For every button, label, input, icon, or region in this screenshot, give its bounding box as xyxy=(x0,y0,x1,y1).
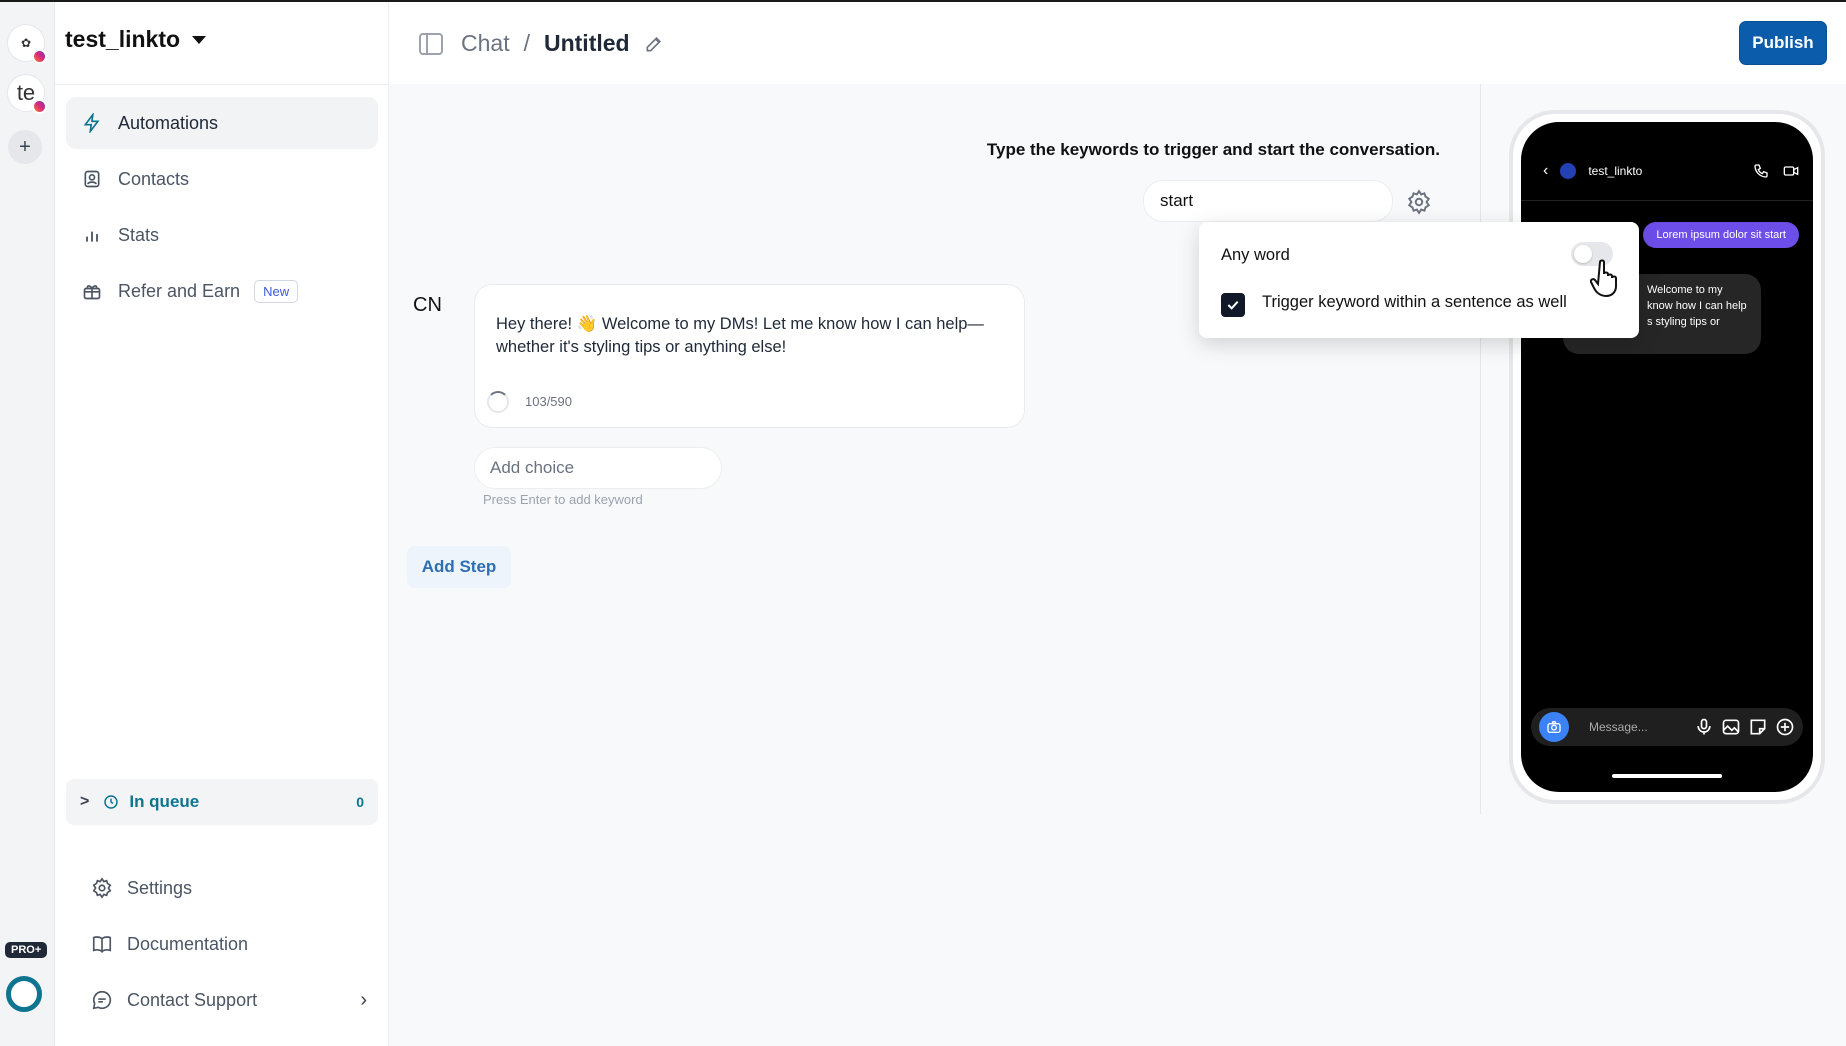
avatar xyxy=(1560,163,1577,179)
edit-pencil-icon[interactable] xyxy=(644,34,664,54)
sidebar-item-label: Automations xyxy=(118,112,219,133)
sidebar-item-label: Settings xyxy=(127,877,193,898)
sidebar-item-contacts[interactable]: Contacts xyxy=(66,153,378,205)
breadcrumb-separator: / xyxy=(523,30,530,56)
chevron-right-icon: › xyxy=(360,988,367,1011)
gallery-icon xyxy=(1722,719,1740,735)
add-step-button[interactable]: Add Step xyxy=(407,546,511,588)
phone-message-input: Message... xyxy=(1589,720,1648,734)
add-keyword-hint: Press Enter to add keyword xyxy=(483,492,643,507)
outgoing-bubble: Lorem ipsum dolor sit start xyxy=(1643,222,1799,248)
sidebar-item-label: Contact Support xyxy=(127,989,258,1010)
sender-initials: CN xyxy=(413,294,442,316)
phone-preview: ‹ test_linkto Lorem ipsum dolor sit star… xyxy=(1509,110,1825,804)
instagram-icon xyxy=(32,49,47,64)
support-chat-icon xyxy=(92,990,112,1010)
bolt-icon xyxy=(83,113,100,133)
sidebar-item-automations[interactable]: Automations xyxy=(66,97,378,149)
caret-down-icon xyxy=(192,35,207,44)
message-meta: 103/590 xyxy=(487,390,572,413)
sidebar-item-stats[interactable]: Stats xyxy=(66,209,378,261)
sidebar-divider xyxy=(55,84,388,85)
brand-logo-icon: ✿ xyxy=(20,36,32,50)
add-account-button[interactable]: + xyxy=(8,130,42,164)
page-title: Untitled xyxy=(543,30,630,56)
clock-icon xyxy=(104,795,119,809)
checkmark-icon xyxy=(1227,300,1239,310)
video-call-icon xyxy=(1783,166,1799,176)
new-badge: New xyxy=(254,279,299,303)
char-progress-icon xyxy=(487,390,509,413)
camera-icon xyxy=(1539,712,1569,742)
sidebar-item-settings[interactable]: Settings xyxy=(77,860,377,916)
plus-icon: + xyxy=(19,135,31,158)
phone-header-divider xyxy=(1521,200,1813,201)
instagram-icon xyxy=(32,99,47,114)
sidebar-item-label: Documentation xyxy=(127,933,249,954)
any-word-label: Any word xyxy=(1221,246,1290,264)
preview-divider xyxy=(1480,84,1481,814)
gear-icon xyxy=(92,877,112,899)
home-indicator xyxy=(1612,774,1722,778)
message-text[interactable]: Hey there! 👋 Welcome to my DMs! Let me k… xyxy=(496,313,1002,359)
sidebar-item-label: Contacts xyxy=(118,168,190,189)
phone-username: test_linkto xyxy=(1588,164,1643,178)
page-header: Chat / Untitled Publish xyxy=(389,2,1846,84)
sidebar-item-label: Refer and Earn xyxy=(118,280,241,301)
account-avatar-primary[interactable]: ✿ xyxy=(7,24,47,64)
sentence-trigger-checkbox[interactable] xyxy=(1221,293,1245,317)
account-rail: ✿ te + PRO+ xyxy=(0,2,55,1046)
breadcrumb-chat[interactable]: Chat xyxy=(461,30,510,57)
sidebar-item-contact-support[interactable]: Contact Support › xyxy=(77,972,377,1028)
account-avatar-secondary[interactable]: te xyxy=(7,74,47,114)
plus-circle-icon xyxy=(1776,718,1794,736)
bottom-nav: Settings Documentation Contact Support › xyxy=(77,860,377,1028)
phone-chat-header: ‹ test_linkto xyxy=(1543,162,1799,180)
trigger-instruction: Type the keywords to trigger and start t… xyxy=(986,140,1440,159)
in-queue-toggle[interactable]: > In queue 0 xyxy=(66,779,378,825)
app-logo-icon[interactable] xyxy=(6,976,42,1012)
keyword-input[interactable]: start xyxy=(1143,180,1393,222)
contact-card-icon xyxy=(84,170,100,188)
sticker-icon xyxy=(1750,719,1766,735)
toggle-sidebar-icon[interactable] xyxy=(419,33,443,55)
microphone-icon xyxy=(1697,718,1711,735)
gift-icon xyxy=(83,285,101,300)
main-nav: Automations Contacts Stats Refer and Ear… xyxy=(66,97,378,321)
back-arrow-icon: ‹ xyxy=(1543,162,1549,179)
book-icon xyxy=(92,936,112,953)
bar-chart-icon xyxy=(86,231,98,242)
sidebar-item-documentation[interactable]: Documentation xyxy=(77,916,377,972)
sidebar-item-label: Stats xyxy=(118,224,160,245)
keyword-settings-popover: Any word Trigger keyword within a senten… xyxy=(1199,222,1639,338)
sidebar: test_linkto Automations Contacts Stats R… xyxy=(55,2,389,1046)
phone-header-actions xyxy=(1753,163,1799,179)
chevron-right-icon: > xyxy=(80,793,90,810)
breadcrumb: Chat / Untitled xyxy=(461,30,664,57)
pro-plan-badge: PRO+ xyxy=(5,942,48,958)
account-switcher[interactable]: test_linkto xyxy=(65,26,207,53)
keyword-settings-gear-icon[interactable] xyxy=(1406,189,1432,215)
phone-input-tools xyxy=(1694,717,1795,737)
char-count: 103/590 xyxy=(525,394,572,409)
sentence-trigger-label: Trigger keyword within a sentence as wel… xyxy=(1262,293,1567,311)
message-card[interactable]: Hey there! 👋 Welcome to my DMs! Let me k… xyxy=(474,284,1025,428)
in-queue-label: In queue xyxy=(129,792,200,811)
phone-call-icon xyxy=(1754,164,1768,178)
hand-cursor-icon xyxy=(1590,259,1617,298)
in-queue-count: 0 xyxy=(356,794,364,810)
publish-button[interactable]: Publish xyxy=(1739,21,1827,65)
account-name: test_linkto xyxy=(65,26,181,52)
sidebar-item-refer[interactable]: Refer and Earn New xyxy=(66,265,378,317)
phone-message-bar: Message... xyxy=(1531,708,1803,746)
add-choice-input[interactable]: Add choice xyxy=(474,447,722,489)
